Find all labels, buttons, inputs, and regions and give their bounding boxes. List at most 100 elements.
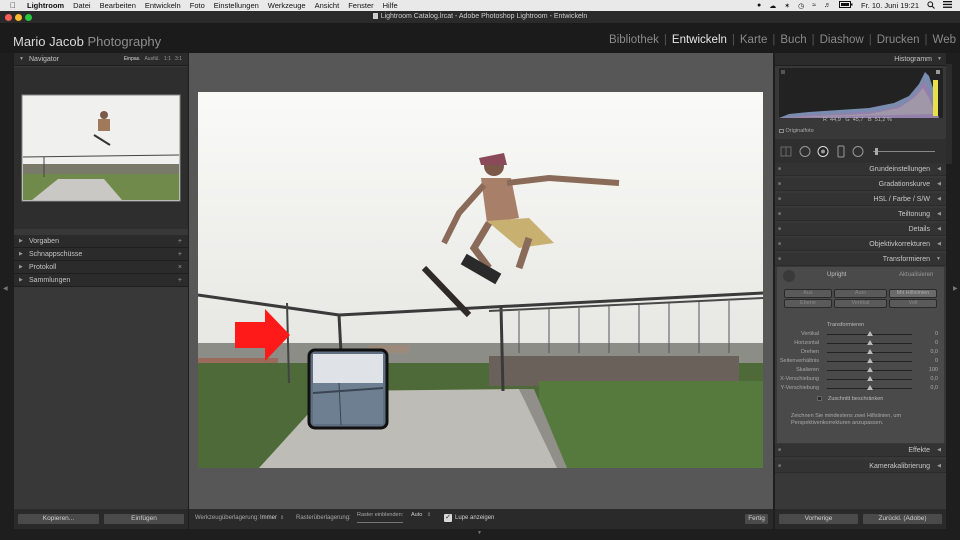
upright-off-button[interactable]: Aus (784, 289, 832, 298)
slider-knob[interactable] (866, 376, 873, 381)
slider-value[interactable]: 100 (929, 367, 938, 373)
add-collection-button[interactable]: + (178, 274, 182, 287)
section-teiltonung[interactable]: ■ Teiltonung ◀ (775, 208, 946, 221)
module-drucken[interactable]: Drucken (877, 34, 920, 46)
module-entwickeln[interactable]: Entwickeln (672, 34, 727, 46)
close-window-button[interactable] (5, 14, 12, 21)
radial-filter-icon[interactable] (852, 146, 864, 157)
zoom-fill[interactable]: Ausfül. (144, 56, 159, 62)
bottom-panel-toggle-icon[interactable]: ▼ (477, 530, 482, 536)
apple-icon[interactable]:  (10, 1, 16, 10)
module-diashow[interactable]: Diashow (820, 34, 864, 46)
zoom-3-1[interactable]: 3:1 (175, 56, 182, 62)
module-web[interactable]: Web (933, 34, 956, 46)
section-kamerakalibrierung[interactable]: ■ Kamerakalibrierung ◀ (775, 460, 946, 473)
menu-bearbeiten[interactable]: Bearbeiten (100, 1, 136, 10)
navigator-preview[interactable] (14, 67, 188, 229)
upright-level-button[interactable]: Ebene (784, 299, 832, 308)
add-preset-button[interactable]: + (178, 235, 182, 248)
section-vorgaben[interactable]: ▶ Vorgaben + (14, 235, 188, 248)
slider-value[interactable]: 0,0 (930, 385, 938, 391)
reset-adobe-button[interactable]: Zurückl. (Adobe) (862, 513, 943, 525)
slider-row[interactable]: X-Verschiebung 0,0 (775, 375, 946, 384)
module-karte[interactable]: Karte (740, 34, 768, 46)
photo-view[interactable] (189, 53, 773, 509)
slider-knob[interactable] (866, 349, 873, 354)
menu-ansicht[interactable]: Ansicht (315, 1, 340, 10)
wifi-icon[interactable]: ≈ (812, 2, 816, 9)
menu-fenster[interactable]: Fenster (348, 1, 373, 10)
histogram[interactable] (779, 68, 943, 118)
module-buch[interactable]: Buch (780, 34, 806, 46)
copy-settings-button[interactable]: Kopieren... (17, 513, 100, 525)
original-photo-toggle[interactable]: Originalfoto (779, 128, 814, 134)
navigator-thumbnail[interactable] (14, 67, 188, 229)
section-schnappschuesse[interactable]: ▶ Schnappschüsse + (14, 248, 188, 261)
panel-switch-icon[interactable]: ■ (778, 253, 781, 266)
add-snapshot-button[interactable]: + (178, 248, 182, 261)
right-panel-toggle-icon[interactable]: ▶ (953, 285, 958, 295)
cloud-icon[interactable]: ☁ (769, 2, 776, 10)
section-details[interactable]: ■ Details ◀ (775, 223, 946, 236)
section-hsl[interactable]: ■ HSL / Farbe / S/W ◀ (775, 193, 946, 206)
slider-row[interactable]: Vertikal 0 (775, 330, 946, 339)
slider-value[interactable]: 0,0 (930, 349, 938, 355)
slider-value[interactable]: 0 (935, 358, 938, 364)
spotlight-icon[interactable] (927, 0, 935, 11)
panel-switch-icon[interactable]: ■ (778, 193, 781, 206)
slider-knob[interactable] (866, 331, 873, 336)
navigator-header[interactable]: ▼ Navigator Einpas. Ausfül. 1:1 3:1 (14, 53, 188, 66)
left-panel-toggle-icon[interactable]: ◀ (3, 285, 8, 295)
zoom-window-button[interactable] (25, 14, 32, 21)
panel-switch-icon[interactable]: ■ (778, 223, 781, 236)
status-icon[interactable]: ● (757, 2, 761, 9)
section-objektivkorrekturen[interactable]: ■ Objektivkorrekturen ◀ (775, 238, 946, 251)
menu-werkzeuge[interactable]: Werkzeuge (268, 1, 306, 10)
paste-settings-button[interactable]: Einfügen (103, 513, 185, 525)
done-button[interactable]: Fertig (744, 513, 769, 525)
update-button[interactable]: Aktualisieren (899, 272, 933, 278)
brush-icon[interactable] (873, 148, 935, 155)
panel-switch-icon[interactable]: ■ (778, 208, 781, 221)
slider-row[interactable]: Y-Verschiebung 0,0 (775, 384, 946, 393)
menu-hilfe[interactable]: Hilfe (383, 1, 398, 10)
grid-size-slider[interactable] (357, 522, 403, 523)
loupe-checkbox[interactable]: ✓ (444, 514, 452, 522)
panel-switch-icon[interactable]: ■ (778, 178, 781, 191)
panel-switch-icon[interactable]: ■ (778, 444, 781, 457)
clock[interactable]: Fr. 10. Juni 19:21 (861, 1, 919, 10)
spot-removal-icon[interactable] (799, 146, 811, 157)
constrain-crop-checkbox[interactable] (817, 396, 822, 401)
panel-switch-icon[interactable]: ■ (778, 238, 781, 251)
grid-show-select[interactable]: Auto (411, 512, 422, 518)
slider-row[interactable]: Skalieren 100 (775, 366, 946, 375)
zoom-fit[interactable]: Einpas. (124, 56, 141, 62)
section-effekte[interactable]: ■ Effekte ◀ (775, 444, 946, 457)
slider-knob[interactable] (866, 367, 873, 372)
section-grundeinstellungen[interactable]: ■ Grundeinstellungen ◀ (775, 163, 946, 176)
notification-icon[interactable] (943, 1, 952, 10)
clear-history-button[interactable]: × (178, 261, 182, 274)
battery-icon[interactable] (839, 1, 853, 10)
zoom-1-1[interactable]: 1:1 (164, 56, 171, 62)
red-eye-icon[interactable] (817, 146, 829, 157)
slider-value[interactable]: 0 (935, 331, 938, 337)
previous-button[interactable]: Vorherige (778, 513, 859, 525)
bluetooth-icon[interactable]: ✶ (784, 2, 790, 10)
slider-row[interactable]: Drehen 0,0 (775, 348, 946, 357)
graduated-filter-icon[interactable] (837, 145, 845, 158)
menu-lightroom[interactable]: Lightroom (27, 1, 64, 10)
slider-knob[interactable] (866, 358, 873, 363)
loupe-view[interactable] (307, 348, 389, 430)
upright-vertical-button[interactable]: Vertikal (834, 299, 887, 308)
section-transformieren[interactable]: ■ Transformieren ▼ (775, 253, 946, 266)
grid-overlay-icon[interactable] (780, 146, 792, 157)
upright-auto-button[interactable]: Auto (834, 289, 887, 298)
menu-datei[interactable]: Datei (73, 1, 91, 10)
slider-knob[interactable] (866, 340, 873, 345)
section-protokoll[interactable]: ▶ Protokoll × (14, 261, 188, 274)
panel-switch-icon[interactable]: ■ (778, 163, 781, 176)
image-area[interactable] (189, 53, 773, 529)
slider-value[interactable]: 0 (935, 340, 938, 346)
module-bibliothek[interactable]: Bibliothek (609, 34, 659, 46)
